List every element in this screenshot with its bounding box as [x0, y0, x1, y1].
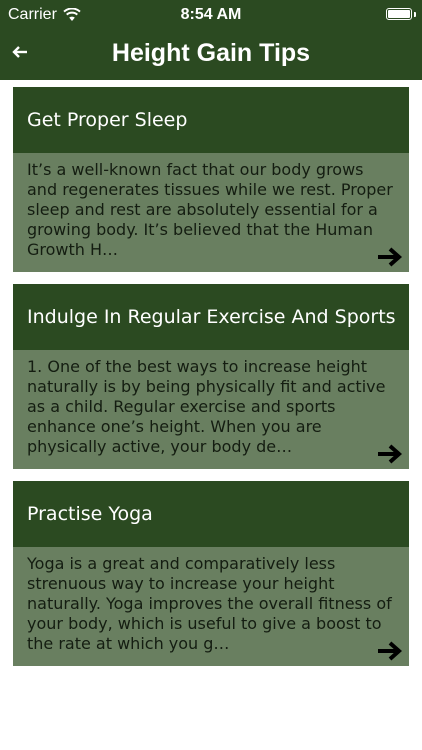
battery-level [388, 10, 410, 18]
battery-tip [414, 12, 416, 17]
card-title: Get Proper Sleep [13, 87, 409, 153]
tip-card-exercise[interactable]: Indulge In Regular Exercise And Sports 1… [13, 284, 409, 469]
status-bar: Carrier 8:54 AM [0, 0, 422, 30]
card-text: 1. One of the best ways to increase heig… [27, 357, 386, 456]
card-title: Practise Yoga [13, 481, 409, 547]
tip-card-sleep[interactable]: Get Proper Sleep It’s a well-known fact … [13, 87, 409, 272]
arrow-right-icon[interactable] [377, 443, 403, 465]
card-body: 1. One of the best ways to increase heig… [13, 350, 409, 469]
page-title: Height Gain Tips [111, 39, 311, 67]
battery-icon [386, 8, 412, 20]
tip-card-yoga[interactable]: Practise Yoga Yoga is a great and compar… [13, 481, 409, 666]
status-time: 8:54 AM [180, 6, 242, 23]
arrow-right-icon[interactable] [377, 246, 403, 268]
card-title: Indulge In Regular Exercise And Sports [13, 284, 409, 350]
card-text: Yoga is a great and comparatively less s… [27, 554, 392, 653]
card-body: Yoga is a great and comparatively less s… [13, 547, 409, 666]
arrow-right-icon[interactable] [377, 640, 403, 662]
navigation-bar: Height Gain Tips [0, 30, 422, 78]
card-body: It’s a well-known fact that our body gro… [13, 153, 409, 272]
app-header: Carrier 8:54 AM Height Gain Tips [0, 0, 422, 80]
card-text: It’s a well-known fact that our body gro… [27, 160, 393, 259]
